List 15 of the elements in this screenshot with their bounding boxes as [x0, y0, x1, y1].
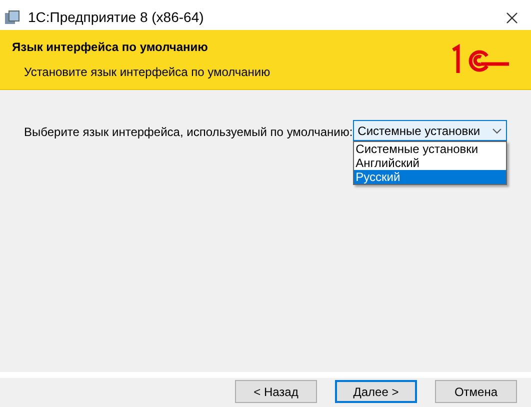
logo-icon — [451, 44, 511, 76]
language-option[interactable]: Системные установки — [354, 142, 506, 156]
language-option[interactable]: Английский — [354, 156, 506, 170]
dialog-button[interactable]: Отмена — [435, 380, 517, 403]
header-title: Язык интерфейса по умолчанию — [12, 39, 209, 56]
language-option[interactable]: Русский — [354, 170, 506, 184]
dialog-button[interactable]: < Назад — [235, 380, 317, 403]
window-title: 1С:Предприятие 8 (x86-64) — [28, 8, 205, 27]
app-icon — [4, 10, 20, 26]
language-label: Выберите язык интерфейса, используемый по умолчанию: — [24, 124, 353, 141]
dialog-button[interactable]: Далее > — [335, 380, 417, 403]
header-subtitle: Установите язык интерфейса по умолчанию — [24, 64, 272, 81]
language-select[interactable]: Системные установки — [352, 120, 507, 141]
close-icon[interactable] — [505, 10, 519, 24]
chevron-icon — [492, 128, 502, 134]
